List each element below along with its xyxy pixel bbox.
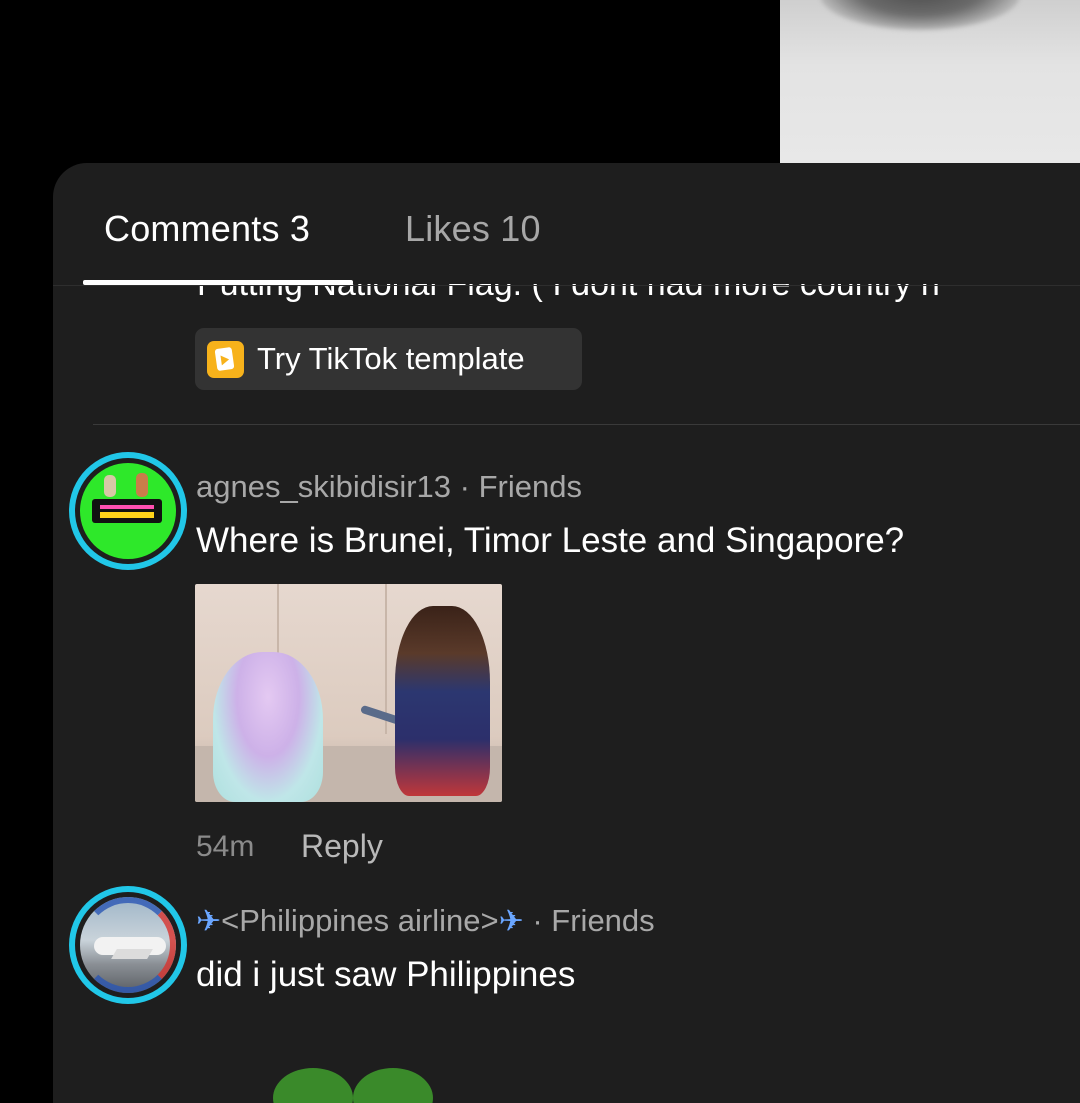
try-template-label: Try TikTok template	[257, 341, 525, 376]
divider	[93, 424, 1080, 425]
friends-tag: · Friends	[523, 903, 655, 938]
avatar[interactable]	[69, 886, 187, 1004]
tab-bar: Comments 3 Likes 10	[53, 163, 1080, 286]
template-icon	[207, 341, 244, 378]
image-character-right	[395, 606, 490, 796]
image-character-left	[213, 652, 323, 802]
tab-likes[interactable]: Likes 10	[405, 208, 541, 250]
airplane-icon: ✈	[498, 905, 524, 938]
comment-text: did i just saw Philippines	[196, 955, 576, 994]
reply-button[interactable]: Reply	[301, 828, 383, 865]
tab-comments[interactable]: Comments 3	[104, 208, 310, 250]
try-template-button[interactable]: Try TikTok template	[195, 328, 582, 390]
friends-tag: · Friends	[451, 469, 582, 504]
comment-text: Where is Brunei, Timor Leste and Singapo…	[196, 521, 905, 560]
comment-username-line[interactable]: ✈<Philippines airline>✈ · Friends	[196, 903, 655, 939]
airplane-icon: ✈	[196, 905, 222, 938]
comment-username[interactable]: <Philippines airline>	[221, 903, 498, 938]
video-background	[780, 0, 1080, 163]
active-tab-indicator	[83, 280, 353, 285]
video-object	[820, 0, 1020, 30]
comments-panel: Putting National Flag. ( I dont had more…	[53, 163, 1080, 1103]
comment-username[interactable]: agnes_skibidisir13	[196, 469, 451, 504]
comment-username-line[interactable]: agnes_skibidisir13 · Friends	[196, 469, 582, 505]
next-avatar-peek	[263, 1058, 443, 1103]
avatar[interactable]	[69, 452, 187, 570]
comment-image[interactable]	[195, 584, 502, 802]
comment-time: 54m	[196, 830, 255, 863]
